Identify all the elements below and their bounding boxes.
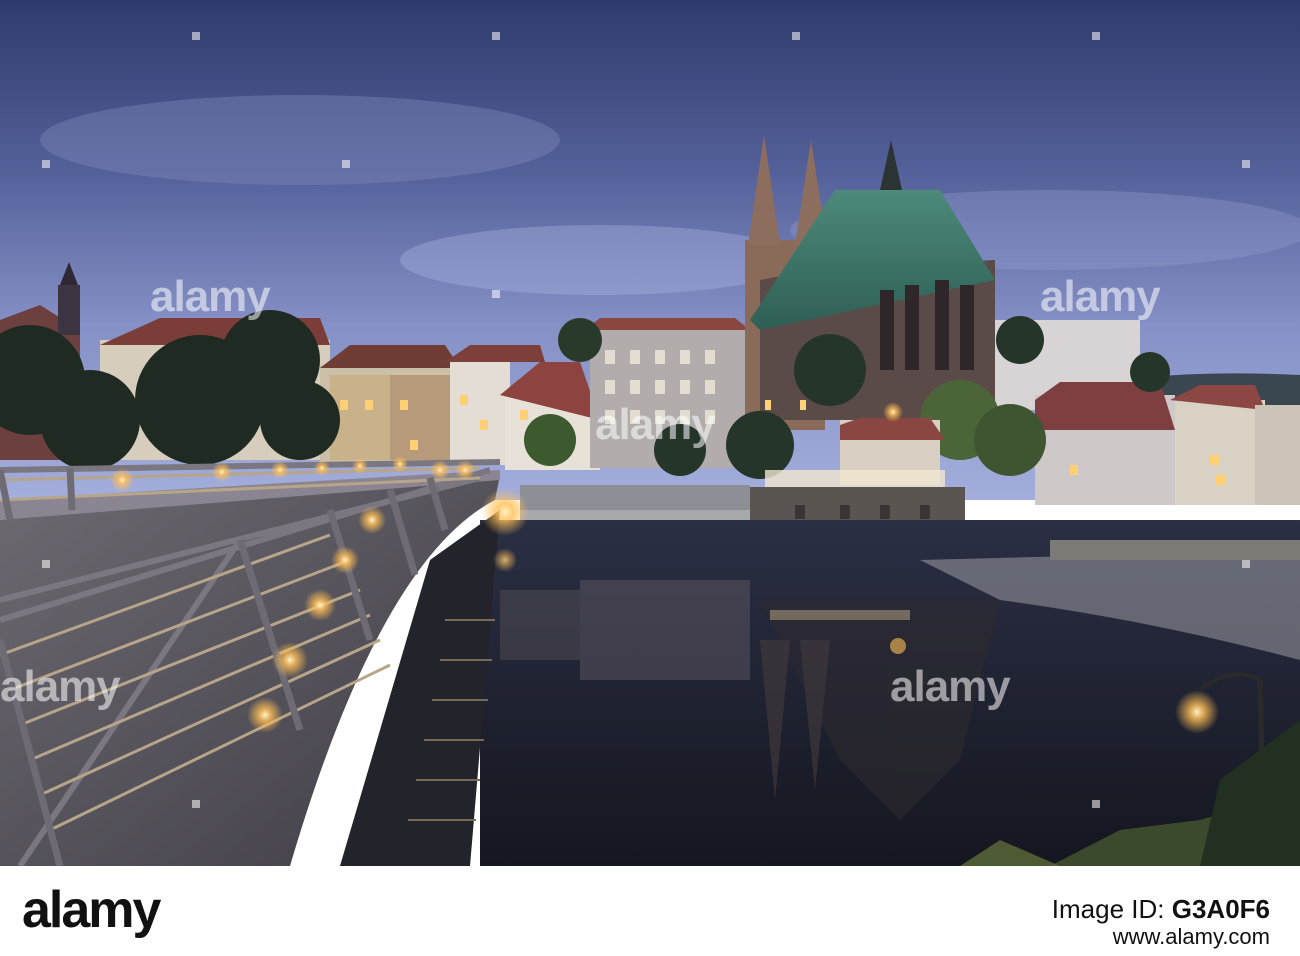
watermark-mark: [192, 800, 200, 808]
watermark-mark: [42, 160, 50, 168]
scene: [0, 0, 1300, 866]
watermark-mark: [792, 32, 800, 40]
watermark-mark: [42, 560, 50, 568]
watermark-mark: [1092, 32, 1100, 40]
watermark-mark: [492, 32, 500, 40]
watermark-mark: [342, 160, 350, 168]
image-id-label: Image ID:: [1051, 894, 1165, 924]
image-id: Image ID: G3A0F6: [1052, 894, 1270, 925]
watermark-mark: [192, 32, 200, 40]
watermark-mark: [492, 290, 500, 298]
image-id-value: G3A0F6: [1171, 894, 1270, 924]
watermark-mark: [1092, 800, 1100, 808]
footer-url: www.alamy.com: [1112, 924, 1270, 949]
footer-logo: alamy: [22, 881, 161, 939]
photo: alamy alamy alamy alamy alamy: [0, 0, 1300, 866]
watermark-mark: [1242, 560, 1250, 568]
watermark-mark: [1242, 160, 1250, 168]
footer-bar: alamy Image ID: G3A0F6 www.alamy.com: [0, 866, 1300, 956]
